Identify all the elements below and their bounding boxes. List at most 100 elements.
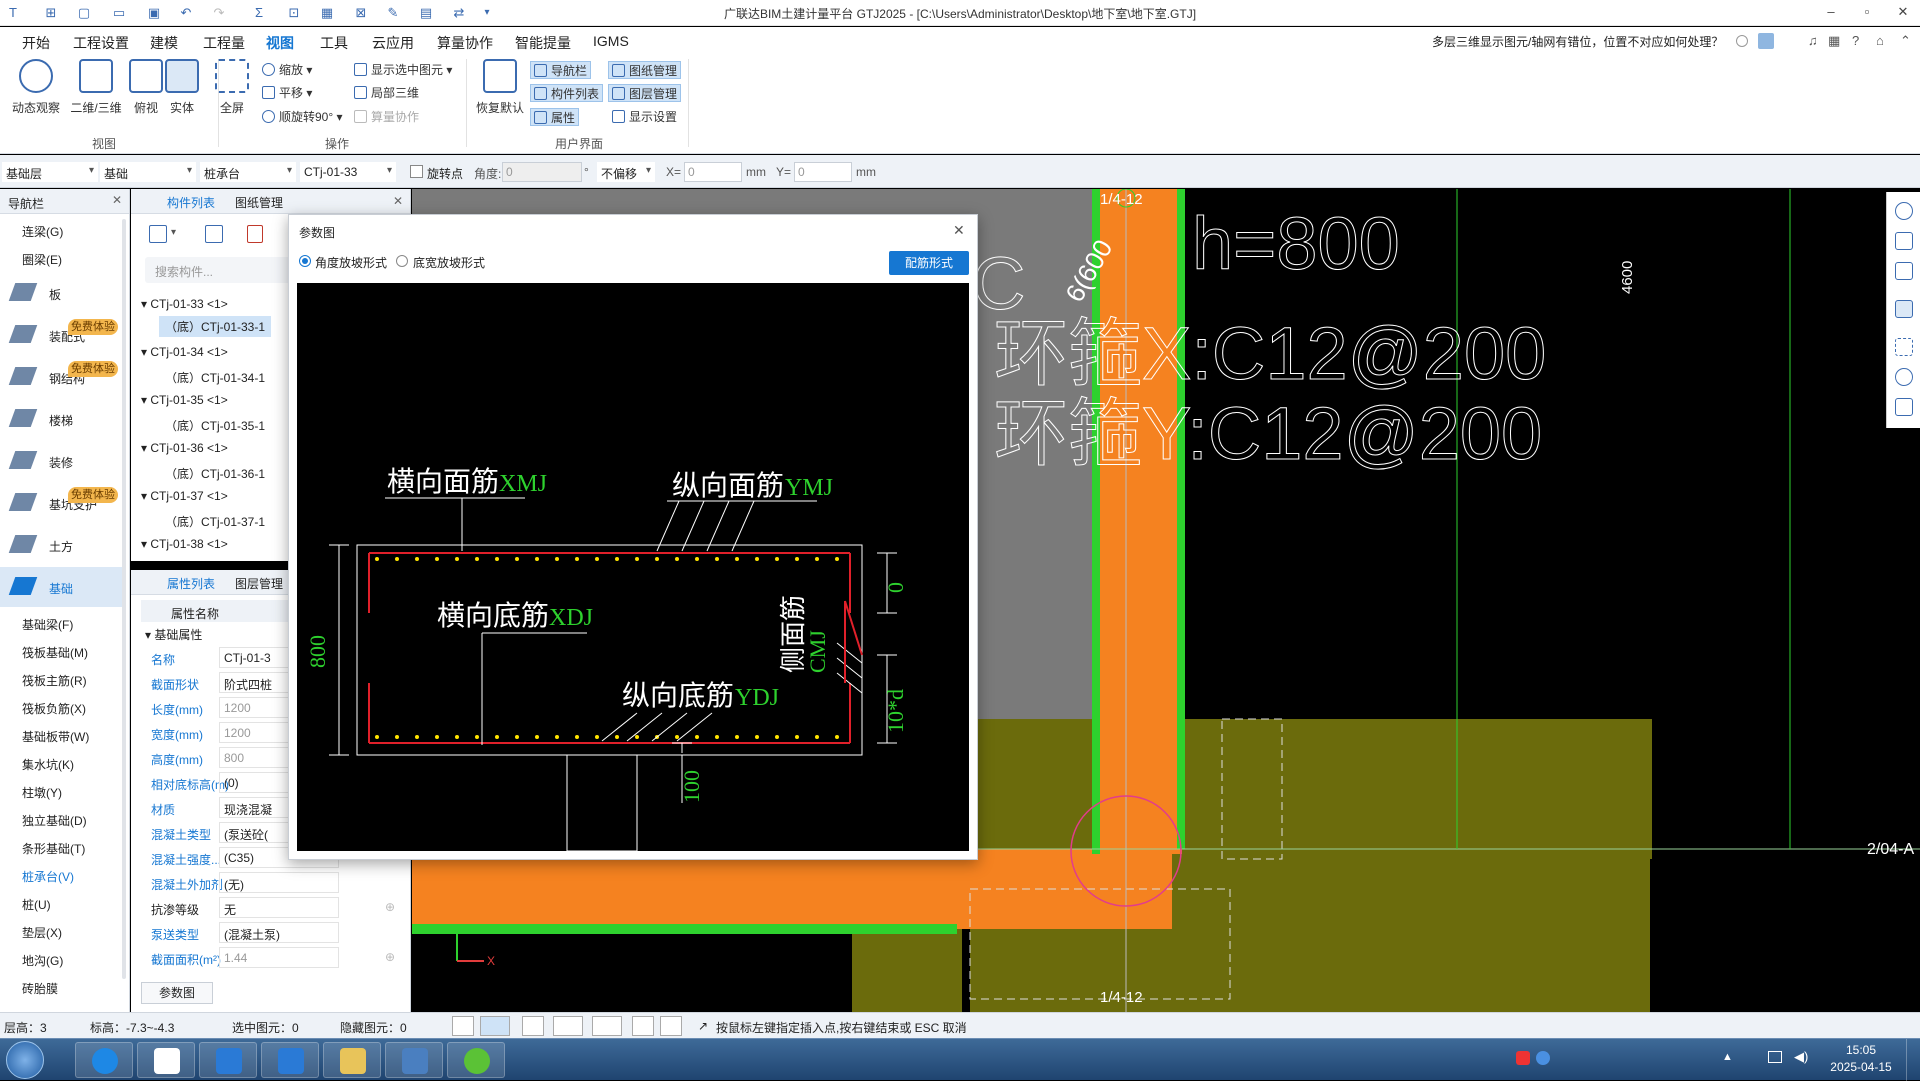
menu-collab[interactable]: 算量协作 <box>437 33 493 53</box>
nav-item[interactable]: 垫层(X) <box>22 924 62 941</box>
tree-node[interactable]: ▾ CTj-01-37 <1> <box>141 489 228 503</box>
quick-access-dropdown-icon[interactable]: ▾ <box>478 4 496 22</box>
y-input[interactable]: 0 <box>794 162 852 182</box>
property-row[interactable]: 抗渗等级无 ⊕ <box>141 895 403 920</box>
solid-cube-icon[interactable] <box>1895 300 1913 318</box>
panel-close-icon[interactable]: ✕ <box>393 194 403 208</box>
dynamic-view-button[interactable]: 动态观察 <box>10 57 62 116</box>
zoom-button[interactable]: 缩放 ▾ <box>262 61 312 79</box>
fullscreen-icon[interactable] <box>1895 338 1913 356</box>
tray-icon[interactable] <box>1536 1051 1550 1065</box>
tree-node[interactable]: （底）CTj-01-35-1 <box>165 417 265 434</box>
restore-default-button[interactable]: 恢复默认 <box>474 57 526 116</box>
nav-item[interactable]: 连梁(G) <box>22 223 63 240</box>
menu-smart-extract[interactable]: 智能提量 <box>515 33 571 53</box>
grid-icon[interactable]: ▦ <box>318 4 336 22</box>
new-dropdown-icon[interactable]: ▾ <box>171 227 176 238</box>
property-toggle-button[interactable]: 属性 <box>530 108 580 126</box>
tree-node[interactable]: ▾ CTj-01-33 <1> <box>141 297 228 311</box>
nav-category-prefab[interactable]: 装配式 免费体验 <box>0 315 125 355</box>
restore-button[interactable]: ▫ <box>1852 2 1882 22</box>
nav-category-slab[interactable]: 板 <box>0 273 125 313</box>
tree-node[interactable]: （底）CTj-01-37-1 <box>165 513 265 530</box>
offset-select[interactable]: 不偏移 <box>597 162 655 182</box>
radio-angle-slope[interactable] <box>299 255 311 267</box>
pan-button[interactable]: 平移 ▾ <box>262 84 312 102</box>
menu-tools[interactable]: 工具 <box>320 33 348 53</box>
angle-snap-icon[interactable] <box>553 1016 583 1036</box>
x-input[interactable]: 0 <box>684 162 742 182</box>
nav-category-stairs[interactable]: 楼梯 <box>0 399 125 439</box>
nav-item[interactable]: 筏板负筋(X) <box>22 700 86 717</box>
redo-icon[interactable]: ↷ <box>210 4 228 22</box>
display-settings-button[interactable]: 显示设置 <box>612 108 677 126</box>
minimize-button[interactable]: – <box>1816 2 1846 22</box>
help-question-link[interactable]: 多层三维显示图元/轴网有错位，位置不对应如何处理？ <box>1432 33 1723 50</box>
table-icon[interactable]: ▤ <box>417 4 435 22</box>
tree-node[interactable]: （底）CTj-01-34-1 <box>165 369 265 386</box>
calendar-icon[interactable]: ▦ <box>1828 33 1840 49</box>
new-file-icon[interactable]: ▢ <box>75 4 93 22</box>
menu-igms[interactable]: IGMS <box>593 33 629 49</box>
tab-property-list[interactable]: 属性列表 <box>167 575 215 592</box>
taskbar-app-glodon[interactable] <box>199 1042 257 1078</box>
ime-icon[interactable] <box>1516 1051 1530 1065</box>
dialog-close-button[interactable]: ✕ <box>953 222 965 239</box>
nav-item[interactable]: 集水坑(K) <box>22 756 74 773</box>
clock-time[interactable]: 15:05 <box>1836 1043 1886 1057</box>
settings-icon[interactable] <box>1895 368 1913 386</box>
rebar-form-button[interactable]: 配筋形式 <box>889 251 969 275</box>
new-component-icon[interactable] <box>149 225 167 243</box>
local-3d-button[interactable]: 局部三维 <box>354 84 419 102</box>
solid-button[interactable]: 实体 <box>156 57 208 116</box>
category-select[interactable]: 基础 <box>100 162 196 182</box>
rotate-button[interactable]: 顺旋转90° ▾ <box>262 108 343 126</box>
show-desktop-button[interactable] <box>1906 1039 1920 1081</box>
nav-category-foundation[interactable]: 基础 <box>0 567 125 607</box>
menu-start[interactable]: 开始 <box>22 33 50 53</box>
close-button[interactable]: ✕ <box>1888 2 1918 22</box>
nav-item[interactable]: 圈梁(E) <box>22 251 62 268</box>
menu-cloud[interactable]: 云应用 <box>372 33 414 53</box>
nav-close-icon[interactable]: ✕ <box>112 193 122 207</box>
tab-component-list[interactable]: 构件列表 <box>167 194 215 211</box>
param-diagram-button[interactable]: 参数图 <box>141 982 213 1004</box>
nav-item[interactable]: 筏板主筋(R) <box>22 672 87 689</box>
tree-node[interactable]: ▾ CTj-01-36 <1> <box>141 441 228 455</box>
2d-3d-button[interactable]: 二维/三维 <box>70 57 122 116</box>
tree-node[interactable]: ▾ CTj-01-38 <1> <box>141 537 228 551</box>
delete-icon[interactable] <box>247 225 263 243</box>
tree-node[interactable]: （底）CTj-01-36-1 <box>165 465 265 482</box>
nav-toggle-button[interactable]: 导航栏 <box>530 61 592 79</box>
tree-node-selected[interactable]: （底）CTj-01-33-1 <box>159 316 272 337</box>
clock-date[interactable]: 2025-04-15 <box>1826 1060 1896 1074</box>
help-icon[interactable]: ? <box>1852 33 1859 48</box>
expand-icon[interactable]: ⊕ <box>385 950 395 964</box>
nav-item[interactable]: 条形基础(T) <box>22 840 85 857</box>
nav-item[interactable]: 筏板基础(M) <box>22 644 88 661</box>
save-icon[interactable]: ▣ <box>145 4 163 22</box>
undo-icon[interactable]: ↶ <box>177 4 195 22</box>
property-section-header[interactable]: ▾ 基础属性 <box>145 626 202 643</box>
offset-icon[interactable] <box>592 1016 622 1036</box>
cross-snap-icon[interactable] <box>522 1016 544 1036</box>
taskbar-app-wechat[interactable] <box>447 1042 505 1078</box>
dynamic-input-icon[interactable] <box>632 1016 654 1036</box>
menu-project-settings[interactable]: 工程设置 <box>73 33 129 53</box>
tab-drawing-management[interactable]: 图纸管理 <box>235 194 283 211</box>
menu-view[interactable]: 视图 <box>266 33 294 53</box>
fullscreen-button[interactable]: 全屏 <box>206 57 258 116</box>
nav-item-active[interactable]: 桩承台(V) <box>22 868 74 885</box>
new-icon[interactable]: ⊞ <box>42 4 60 22</box>
drawing-mgr-toggle-button[interactable]: 图纸管理 <box>608 61 682 79</box>
taskbar-app-cad[interactable] <box>385 1042 443 1078</box>
summary-icon[interactable]: ⊡ <box>285 4 303 22</box>
radio-bottom-width-slope[interactable] <box>396 255 408 267</box>
component-select[interactable]: CTj-01-33 <box>300 162 396 182</box>
network-icon[interactable] <box>1768 1051 1782 1063</box>
taskbar-app-explorer[interactable] <box>323 1042 381 1078</box>
notes-icon[interactable] <box>1895 398 1913 416</box>
copy-icon[interactable] <box>205 225 223 243</box>
nav-category-earthwork[interactable]: 土方 <box>0 525 125 565</box>
menu-modeling[interactable]: 建模 <box>150 33 178 53</box>
